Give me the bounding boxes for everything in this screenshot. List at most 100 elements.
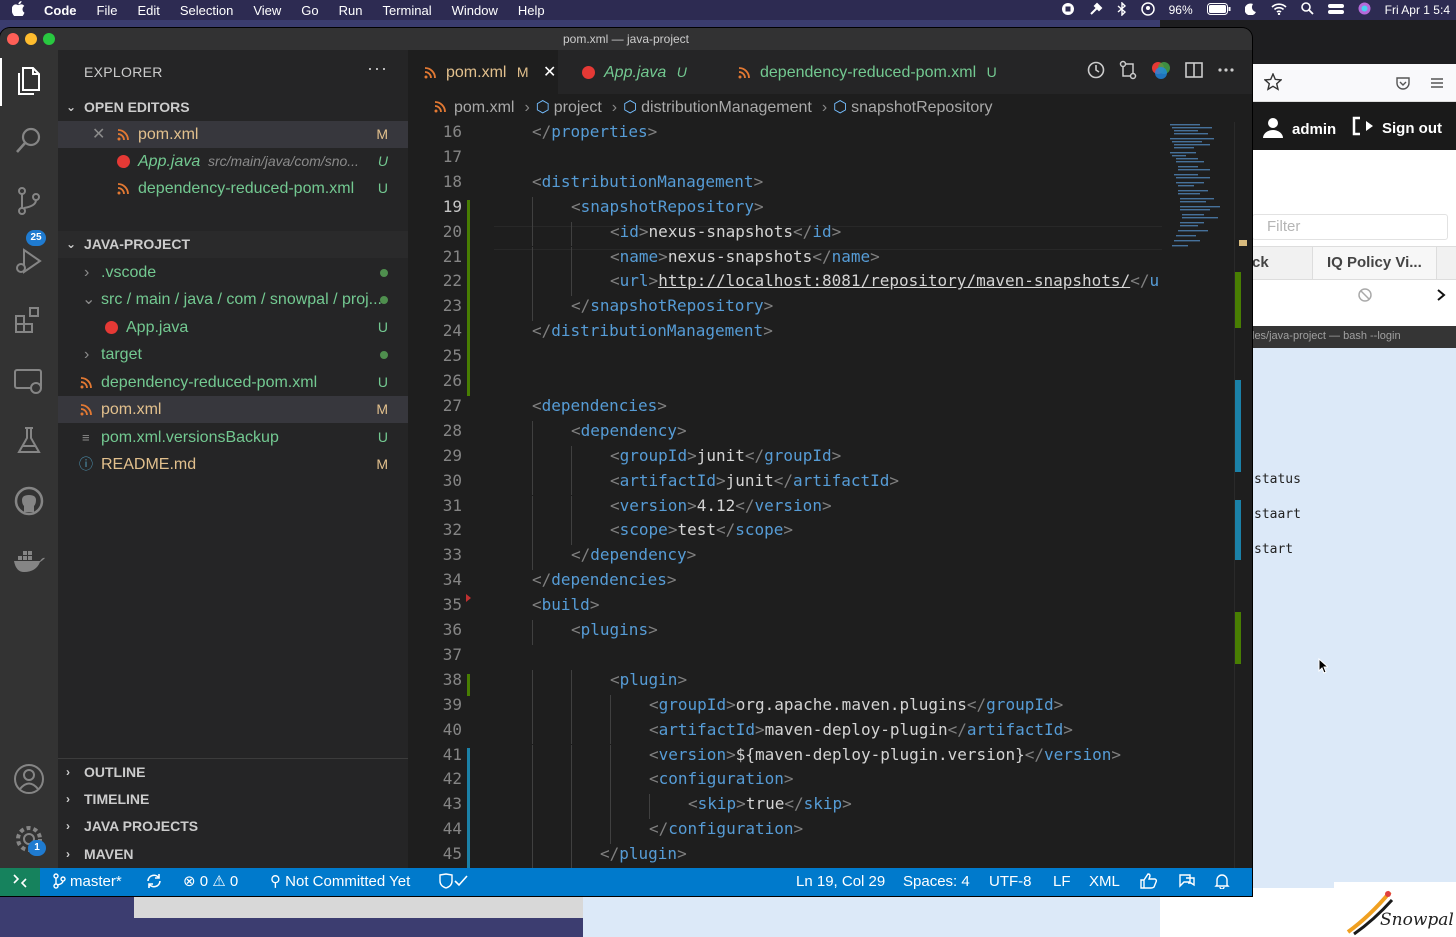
tab-app-java[interactable]: App.java U xyxy=(566,50,716,94)
bookmark-star-icon[interactable] xyxy=(1263,72,1283,96)
tree-file-dependency-reduced[interactable]: dependency-reduced-pom.xml U xyxy=(58,369,408,396)
explorer-more-actions[interactable]: ··· xyxy=(367,58,388,79)
siri-icon[interactable] xyxy=(1358,2,1371,18)
split-editor-icon[interactable] xyxy=(1184,60,1204,85)
wifi-icon[interactable] xyxy=(1271,2,1287,18)
run-debug-icon[interactable] xyxy=(12,244,46,278)
code-token: nexus-snapshots xyxy=(667,246,813,266)
breadcrumb-item[interactable]: project xyxy=(554,99,602,116)
menu-selection[interactable]: Selection xyxy=(170,3,243,18)
line-number: 43 xyxy=(442,794,462,814)
open-editor-pom[interactable]: ✕ pom.xml M xyxy=(58,121,408,148)
java-projects-header[interactable]: › JAVA PROJECTS xyxy=(58,813,408,840)
bluetooth-icon[interactable] xyxy=(1117,0,1127,19)
tree-file-pom-backup[interactable]: ≡ pom.xml.versionsBackup U xyxy=(58,424,408,451)
menu-go[interactable]: Go xyxy=(291,3,328,18)
tools-icon[interactable] xyxy=(1089,2,1103,19)
color-wheel-icon[interactable] xyxy=(1150,60,1172,85)
open-editors-header[interactable]: ⌄ OPEN EDITORS xyxy=(58,94,408,121)
terminal-content[interactable]: status staart start xyxy=(1252,348,1456,888)
spotlight-search-icon[interactable] xyxy=(1300,2,1314,18)
timeline-header[interactable]: › TIMELINE xyxy=(58,786,408,813)
sync-icon[interactable] xyxy=(145,868,163,896)
search-icon[interactable] xyxy=(12,124,46,158)
extensions-icon[interactable] xyxy=(12,304,46,338)
filter-input[interactable]: Filter xyxy=(1252,214,1448,240)
breadcrumb-item[interactable]: pom.xml xyxy=(454,99,514,116)
more-actions-icon[interactable] xyxy=(1216,60,1236,85)
sign-out-button[interactable]: Sign out xyxy=(1352,116,1442,140)
remote-explorer-icon[interactable] xyxy=(12,364,46,398)
menu-clock[interactable]: Fri Apr 1 5:4 xyxy=(1385,3,1450,17)
browser-menu-icon[interactable] xyxy=(1430,76,1444,94)
accounts-icon[interactable] xyxy=(12,762,46,796)
record-icon[interactable] xyxy=(1061,2,1075,19)
source-control-icon[interactable] xyxy=(12,184,46,218)
open-editor-dependency-reduced[interactable]: dependency-reduced-pom.xml U xyxy=(58,175,408,202)
code-token: </ xyxy=(1130,271,1150,291)
history-icon[interactable] xyxy=(1086,60,1106,85)
tab-pom[interactable]: pom.xml M ✕ xyxy=(408,50,558,94)
open-editor-app-java[interactable]: App.java src/main/java/com/sno... U xyxy=(58,148,408,175)
menu-view[interactable]: View xyxy=(243,3,291,18)
user-menu[interactable]: admin xyxy=(1262,116,1336,142)
cursor-position[interactable]: Ln 19, Col 29 xyxy=(796,868,885,896)
notifications-bell-icon[interactable] xyxy=(1214,868,1230,896)
indent-guide xyxy=(532,620,533,645)
live-share-icon[interactable] xyxy=(1178,868,1196,896)
tree-file-app-java[interactable]: App.java U xyxy=(58,314,408,341)
git-status-badge: M xyxy=(376,401,388,417)
close-icon[interactable]: ✕ xyxy=(543,64,556,81)
menu-window[interactable]: Window xyxy=(442,3,508,18)
menu-app-name[interactable]: Code xyxy=(36,3,87,18)
menu-edit[interactable]: Edit xyxy=(127,3,169,18)
page-tab-partial[interactable]: ck xyxy=(1252,254,1302,271)
chevron-right-icon[interactable] xyxy=(1436,288,1446,307)
user-circle-icon[interactable] xyxy=(1140,1,1155,19)
window-minimize-button[interactable] xyxy=(25,33,37,45)
end-of-line[interactable]: LF xyxy=(1053,868,1071,896)
moon-icon[interactable] xyxy=(1244,2,1257,18)
compare-changes-icon[interactable] xyxy=(1118,60,1138,85)
window-maximize-button[interactable] xyxy=(43,33,55,45)
tab-dependency-reduced[interactable]: dependency-reduced-pom.xml U xyxy=(722,50,1034,94)
tree-file-pom[interactable]: pom.xml M xyxy=(58,396,408,423)
docker-icon[interactable] xyxy=(12,544,46,578)
menu-file[interactable]: File xyxy=(87,3,128,18)
pocket-icon[interactable] xyxy=(1396,76,1410,95)
tree-folder-vscode[interactable]: › .vscode xyxy=(58,259,408,286)
explorer-icon[interactable] xyxy=(12,64,46,98)
tree-file-readme[interactable]: ⓘ README.md M xyxy=(58,451,408,478)
menu-help[interactable]: Help xyxy=(508,3,555,18)
window-close-button[interactable] xyxy=(7,33,19,45)
branch-indicator[interactable]: master* xyxy=(52,868,122,896)
menu-run[interactable]: Run xyxy=(329,3,373,18)
git-status-badge: M xyxy=(376,456,388,472)
indentation[interactable]: Spaces: 4 xyxy=(903,868,970,896)
apple-icon[interactable] xyxy=(0,1,36,19)
breadcrumb-item[interactable]: distributionManagement xyxy=(641,99,812,116)
maven-header[interactable]: › MAVEN xyxy=(58,841,408,868)
encoding[interactable]: UTF-8 xyxy=(989,868,1032,896)
close-icon[interactable]: ✕ xyxy=(92,121,105,148)
problems-indicator[interactable]: ⊗ 0 ⚠ 0 xyxy=(183,868,238,896)
git-blame-indicator[interactable]: ⚲ Not Committed Yet xyxy=(270,868,410,896)
outline-header[interactable]: › OUTLINE xyxy=(58,759,408,786)
project-header[interactable]: ⌄ JAVA-PROJECT xyxy=(58,231,408,258)
page-tab-iq-policy[interactable]: IQ Policy Vi... xyxy=(1312,247,1437,279)
code-editor[interactable]: </properties> <distributionManagement> <sn… xyxy=(408,122,1162,868)
code-token: > xyxy=(831,221,842,241)
editor-scrollbar[interactable] xyxy=(1234,122,1252,868)
github-icon[interactable] xyxy=(12,484,46,518)
menu-terminal[interactable]: Terminal xyxy=(373,3,442,18)
minimap[interactable] xyxy=(1162,122,1240,868)
language-mode[interactable]: XML xyxy=(1089,868,1120,896)
shield-check-icon[interactable] xyxy=(438,868,470,896)
control-center-icon[interactable] xyxy=(1327,3,1344,18)
tree-folder-src[interactable]: ⌄ src / main / java / com / snowpal / pr… xyxy=(58,286,408,313)
battery-icon[interactable] xyxy=(1206,2,1231,18)
breadcrumb-item[interactable]: snapshotRepository xyxy=(851,99,992,116)
thumbs-up-icon[interactable] xyxy=(1140,868,1158,896)
testing-icon[interactable] xyxy=(12,424,46,458)
tree-folder-target[interactable]: › target xyxy=(58,341,408,368)
